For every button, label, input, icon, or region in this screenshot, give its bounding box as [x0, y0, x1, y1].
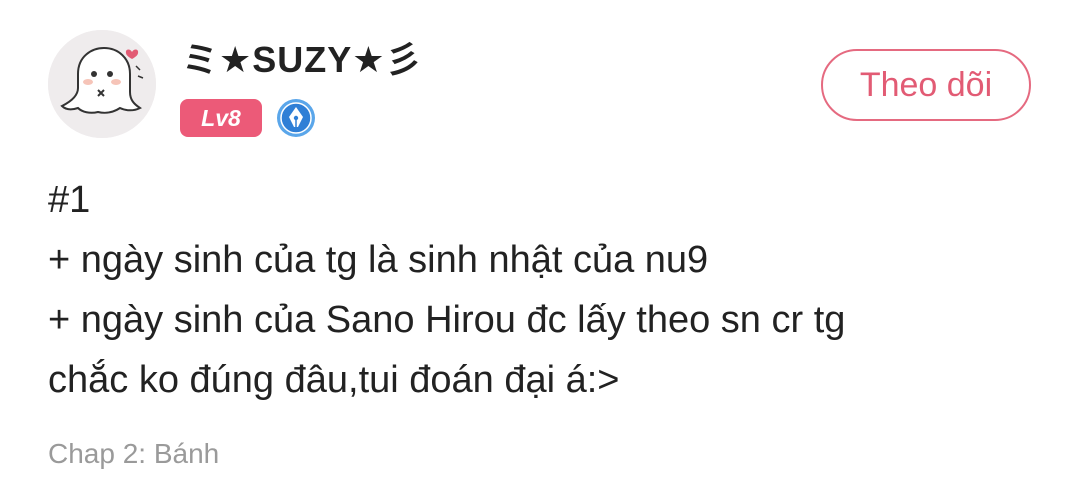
comment-line: + ngày sinh của tg là sinh nhật của nu9 — [48, 239, 709, 281]
chapter-link[interactable]: Chap 2: Bánh — [48, 434, 219, 474]
comment-line: + ngày sinh của Sano Hirou đc lấy theo s… — [48, 299, 846, 341]
avatar[interactable] — [48, 30, 156, 138]
follow-button[interactable]: Theo dõi — [821, 49, 1031, 121]
comment-line: #1 — [48, 179, 91, 221]
user-badges: Lv8 — [180, 98, 316, 138]
username[interactable]: ミ★SUZY★彡 — [182, 38, 423, 82]
ghost-avatar-icon — [48, 30, 156, 138]
comment-card: ミ★SUZY★彡 Lv8 Theo dõi #1 + ngày sinh của… — [0, 0, 1080, 483]
comment-line: chắc ko đúng đâu,tui đoán đại á:> — [48, 359, 620, 401]
level-badge: Lv8 — [180, 99, 262, 137]
writer-pen-badge-icon — [277, 99, 315, 137]
comment-text: #1 + ngày sinh của tg là sinh nhật của n… — [48, 170, 1048, 410]
